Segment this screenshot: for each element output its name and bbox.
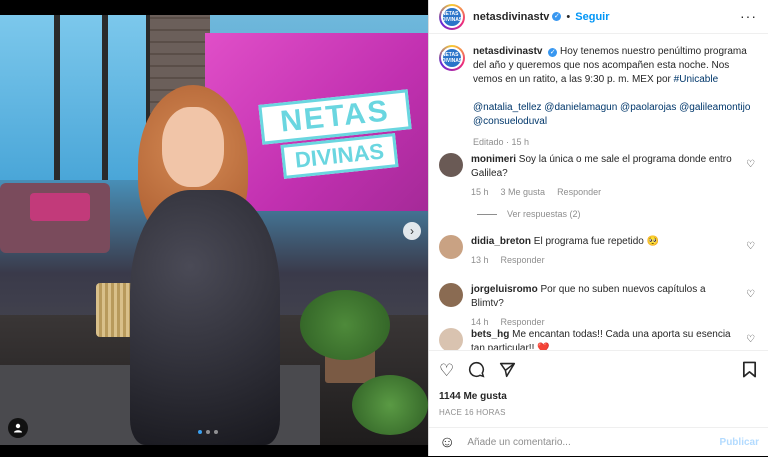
comment-heart-icon[interactable]: ♡: [746, 241, 755, 252]
hashtag-link[interactable]: #Unicable: [674, 74, 718, 85]
view-replies[interactable]: Ver respuestas (2): [477, 209, 581, 219]
reply-button[interactable]: Responder: [501, 315, 545, 329]
caption-username[interactable]: netasdivinastv: [473, 46, 542, 57]
emoji-icon[interactable]: ☺: [439, 434, 455, 452]
avatar[interactable]: [439, 235, 463, 259]
comment-username[interactable]: didia_breton: [471, 236, 531, 247]
reply-button[interactable]: Responder: [557, 185, 601, 199]
follow-button[interactable]: Seguir: [575, 11, 609, 23]
replies-line: [477, 213, 497, 215]
comment-text: Me encantan todas!! Cada una aporta su e…: [471, 329, 731, 350]
avatar[interactable]: NETAS DIVINAS: [439, 3, 465, 30]
avatar-text: NETAS DIVINAS: [441, 52, 463, 64]
verified-icon: ✓: [548, 48, 558, 57]
post-header: NETAS DIVINAS netasdivinastv ✓ • Seguir …: [429, 0, 768, 34]
comment: monimeri Soy la única o me sale el progr…: [439, 153, 759, 199]
comments-list[interactable]: NETAS DIVINAS netasdivinastv ✓ Hoy tenem…: [429, 35, 768, 350]
comment-username[interactable]: jorgeluisromo: [471, 284, 538, 295]
avatar[interactable]: NETAS DIVINAS: [439, 45, 465, 71]
avatar[interactable]: [439, 283, 463, 307]
action-bar: ♡ 1144 Me gusta HACE 16 HORAS ☺ Publicar: [429, 350, 768, 456]
caption: NETAS DIVINAS netasdivinastv ✓ Hoy tenem…: [439, 45, 759, 149]
host-figure: [110, 85, 300, 445]
comment-username[interactable]: monimeri: [471, 154, 516, 165]
reply-button[interactable]: Responder: [501, 253, 545, 267]
avatar[interactable]: [439, 153, 463, 177]
comment-icon[interactable]: [468, 361, 485, 383]
publish-button[interactable]: Publicar: [720, 437, 759, 448]
comment-input[interactable]: [467, 437, 698, 448]
carousel-dot: [198, 430, 202, 434]
likes-count[interactable]: 1144 Me gusta: [439, 391, 507, 402]
comment-time: 13 h: [471, 255, 489, 265]
more-options-icon[interactable]: ···: [740, 8, 757, 24]
window-panel: [0, 15, 60, 180]
caption-meta: Editado · 15 h: [473, 137, 530, 147]
post-media[interactable]: NETAS DIVINAS ›: [0, 0, 428, 456]
post-modal: NETAS DIVINAS › NETAS DIVINAS netasdivin…: [0, 0, 768, 456]
header-username[interactable]: netasdivinastv: [473, 11, 549, 23]
post-sidebar: NETAS DIVINAS netasdivinastv ✓ • Seguir …: [428, 0, 768, 456]
comment: didia_breton El programa fue repetido 🥺 …: [439, 235, 759, 267]
comment-time: 14 h: [471, 317, 489, 327]
comment-likes[interactable]: 3 Me gusta: [501, 185, 546, 199]
post-date: HACE 16 HORAS: [439, 408, 506, 417]
user-tag-icon[interactable]: [8, 418, 28, 438]
heart-icon[interactable]: ♡: [439, 361, 454, 383]
post-photo: NETAS DIVINAS: [0, 15, 428, 445]
comment: bets_hg Me encantan todas!! Cada una apo…: [439, 328, 759, 350]
view-replies-label[interactable]: Ver respuestas (2): [507, 209, 581, 219]
share-icon[interactable]: [499, 361, 516, 383]
caption-text: netasdivinastv ✓ Hoy tenemos nuestro pen…: [473, 45, 759, 149]
carousel-dot: [214, 430, 218, 434]
avatar-text: NETAS DIVINAS: [441, 10, 463, 23]
comment-time: 15 h: [471, 187, 489, 197]
carousel-dot: [206, 430, 210, 434]
verified-icon: ✓: [552, 12, 562, 21]
caption-mentions[interactable]: @natalia_tellez @danielamagun @paolaroja…: [473, 101, 759, 129]
dress: [130, 190, 280, 445]
avatar[interactable]: [439, 328, 463, 350]
chevron-right-icon[interactable]: ›: [403, 222, 421, 240]
comment-username[interactable]: bets_hg: [471, 329, 509, 340]
pillow: [30, 193, 90, 221]
logo-bottom-text: DIVINAS: [293, 138, 386, 173]
add-comment-bar: ☺ Publicar: [429, 427, 768, 457]
plant: [300, 290, 390, 360]
bookmark-icon[interactable]: [742, 361, 757, 383]
comment: jorgeluisromo Por que no suben nuevos ca…: [439, 283, 759, 329]
separator: •: [566, 10, 571, 23]
comment-heart-icon[interactable]: ♡: [746, 289, 755, 300]
face: [162, 107, 224, 187]
comment-heart-icon[interactable]: ♡: [746, 334, 755, 345]
comment-text: El programa fue repetido 🥺: [533, 236, 660, 247]
comment-heart-icon[interactable]: ♡: [746, 159, 755, 170]
plant: [352, 375, 428, 435]
window-panel: [60, 15, 108, 180]
carousel-dots: [198, 430, 218, 434]
